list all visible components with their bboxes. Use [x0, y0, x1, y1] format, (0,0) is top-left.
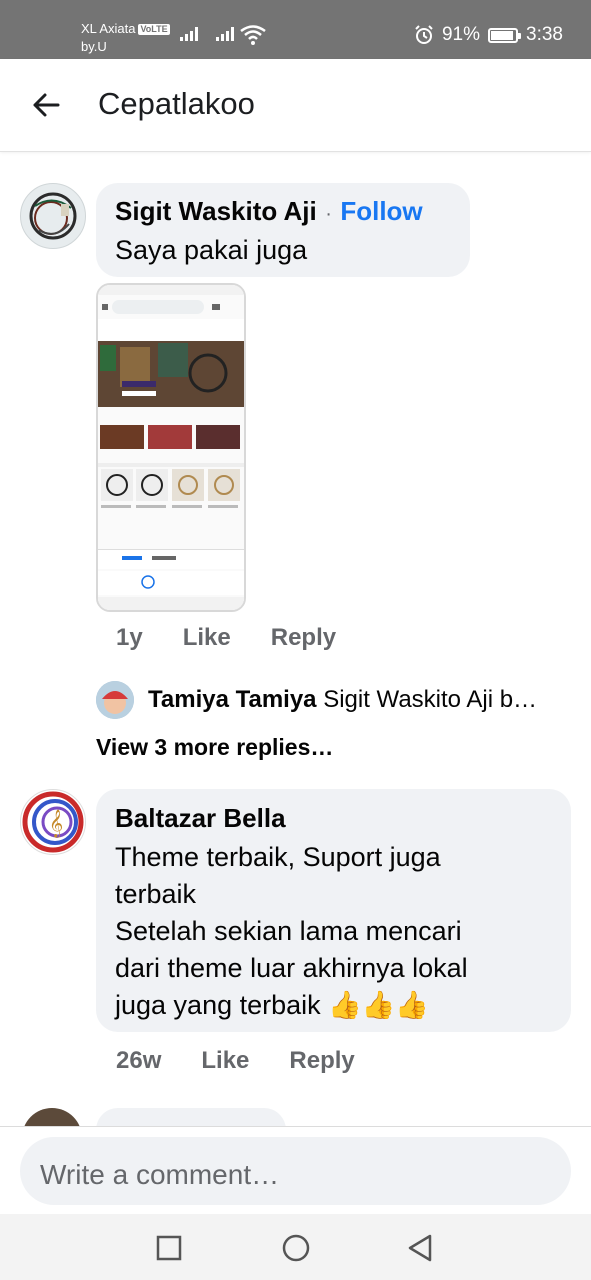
- comment-text: Saya pakai juga: [115, 235, 308, 265]
- comment-input-placeholder: Write a comment…: [40, 1159, 280, 1190]
- reply-button[interactable]: Reply: [271, 624, 336, 652]
- like-button[interactable]: Like: [183, 624, 231, 652]
- avatar[interactable]: 𝄞: [20, 789, 86, 855]
- battery-icon: [488, 27, 522, 43]
- svg-text:𝄞: 𝄞: [49, 809, 63, 838]
- separator-dot: ·: [325, 203, 332, 225]
- comment-text: Theme terbaik, Suport juga terbaik Setel…: [115, 842, 468, 1020]
- reply-button[interactable]: Reply: [289, 1047, 354, 1075]
- signal-icon-2: [216, 27, 234, 41]
- square-icon[interactable]: [156, 1235, 182, 1261]
- alarm-icon: [415, 25, 433, 44]
- signal-icon: [180, 27, 198, 41]
- app-bar: Cepatlakoo: [0, 59, 591, 152]
- circle-icon[interactable]: [281, 1233, 311, 1263]
- comment-timestamp: 26w: [116, 1047, 162, 1074]
- comment-author[interactable]: Sigit Waskito Aji: [115, 196, 317, 226]
- comment-bubble: Sigit Waskito Aji · Follow Saya pakai ju…: [96, 183, 470, 277]
- page-title: Cepatlakoo: [98, 86, 255, 121]
- reply-preview[interactable]: Tamiya Tamiya Sigit Waskito Aji b…: [148, 686, 568, 714]
- avatar[interactable]: [20, 183, 86, 249]
- thumbs-up-emoji-icon: 👍👍👍: [328, 990, 430, 1020]
- avatar-image: 𝄞: [22, 791, 84, 853]
- like-button[interactable]: Like: [201, 1047, 249, 1075]
- reply-text: Sigit Waskito Aji b…: [323, 686, 538, 713]
- triangle-back-icon[interactable]: [406, 1233, 434, 1263]
- battery-percent: 91%: [441, 24, 481, 45]
- website-screenshot-thumbnail: [98, 285, 244, 610]
- carrier-label: XL Axiata VoLTE by.U: [81, 21, 170, 54]
- avatar-image: [29, 192, 77, 240]
- comment-actions: 1y Like Reply: [116, 624, 336, 652]
- back-arrow-icon[interactable]: [30, 89, 62, 121]
- reply-avatar-image: [96, 681, 134, 719]
- volte-badge: VoLTE: [138, 24, 170, 35]
- comment-attachment-image[interactable]: [96, 283, 246, 612]
- reply-author[interactable]: Tamiya Tamiya: [148, 686, 317, 713]
- comment-actions: 26w Like Reply: [116, 1047, 355, 1075]
- wifi-icon: [240, 25, 266, 45]
- comment-author[interactable]: Baltazar Bella: [115, 803, 286, 834]
- status-bar: XL Axiata VoLTE by.U 91% 3:38: [0, 0, 591, 59]
- comment-timestamp: 1y: [116, 624, 143, 651]
- view-more-replies-button[interactable]: View 3 more replies…: [96, 734, 333, 761]
- comment-composer: Write a comment…: [0, 1126, 591, 1215]
- reply-avatar[interactable]: [96, 681, 134, 719]
- follow-button[interactable]: Follow: [340, 196, 422, 226]
- comment-bubble: Baltazar Bella Theme terbaik, Suport jug…: [96, 789, 571, 1032]
- system-nav-bar: [0, 1214, 591, 1280]
- comment-input[interactable]: Write a comment…: [20, 1137, 571, 1205]
- clock: 3:38: [526, 24, 563, 45]
